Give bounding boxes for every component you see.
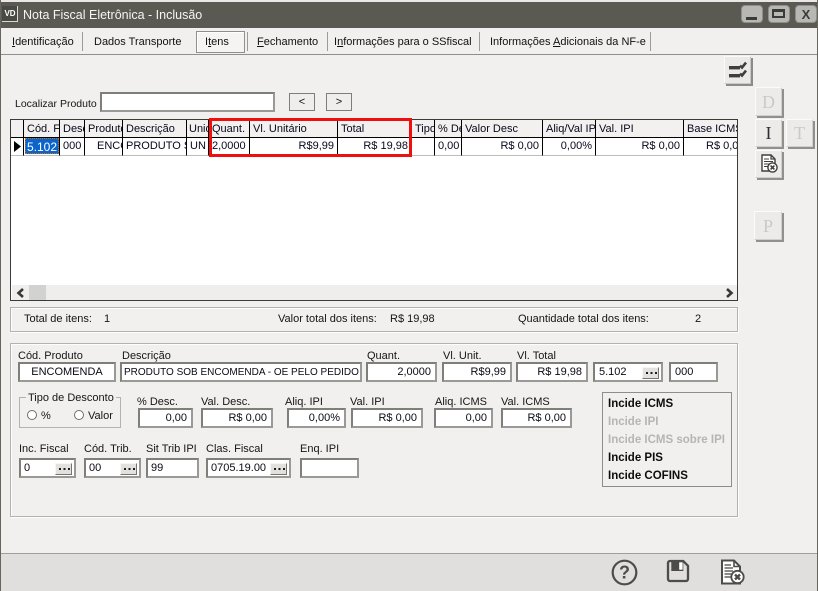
svg-text:?: ? <box>619 563 630 583</box>
